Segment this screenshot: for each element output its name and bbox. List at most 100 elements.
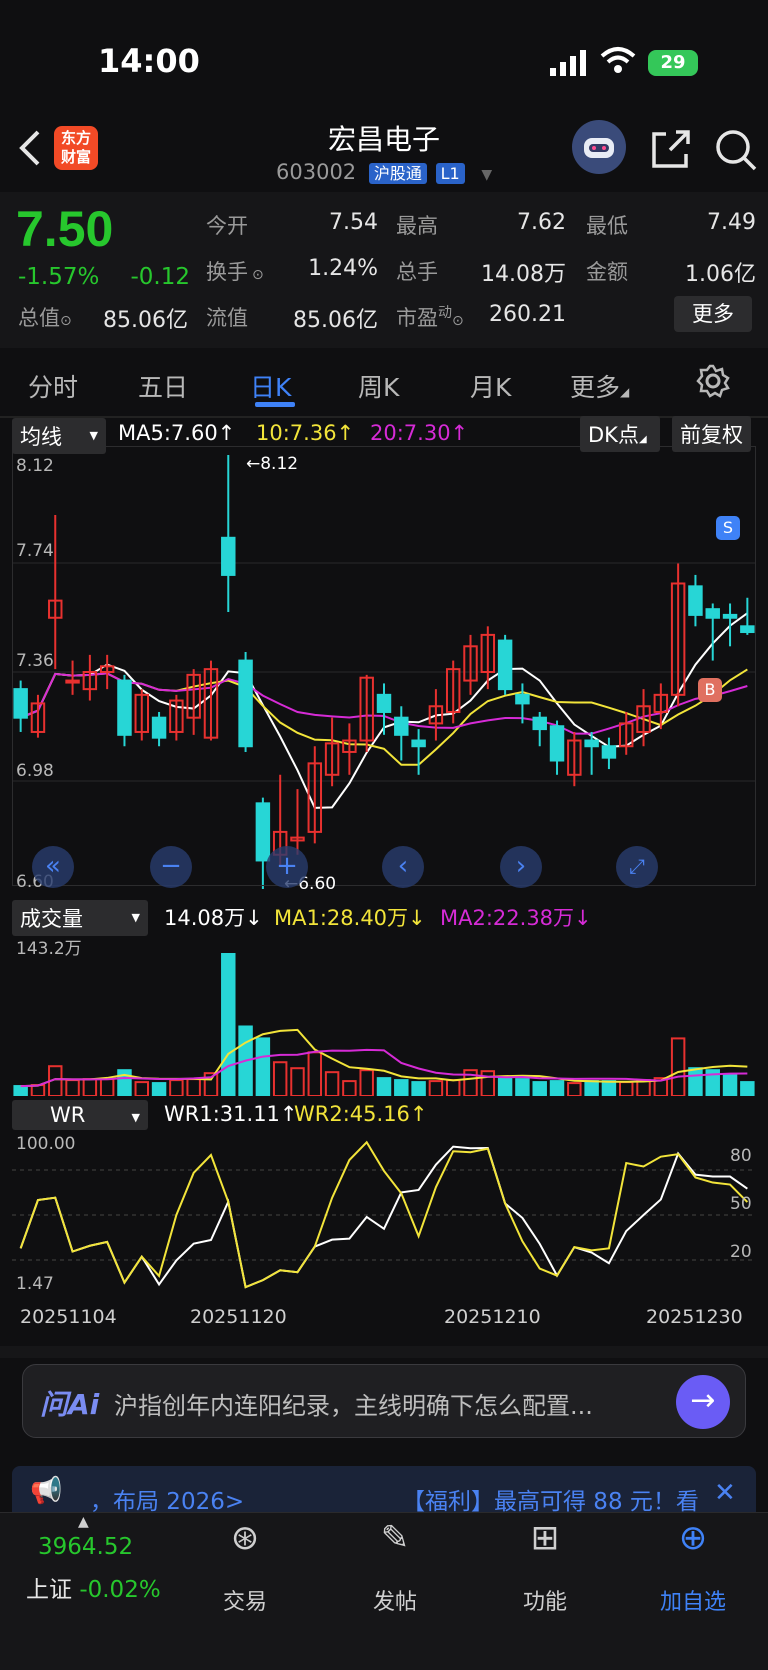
wr-line (19, 1145, 748, 1289)
trade-icon[interactable]: ⊛ (190, 1518, 300, 1558)
candle-body (532, 716, 547, 731)
next-icon[interactable]: › (500, 846, 542, 888)
stock-code-row[interactable]: 603002 沪股通 L1 ▼ (276, 160, 492, 184)
axis-label: 7.36 (16, 651, 54, 671)
axis-label: 6.98 (16, 761, 54, 781)
level-tag: L1 (435, 163, 465, 184)
volume-bar (30, 1084, 46, 1096)
volume-bar (65, 1079, 80, 1096)
stock-code: 603002 (276, 160, 357, 184)
tab-five-day[interactable]: 五日 (138, 368, 188, 404)
info-icon[interactable]: ⊙ (60, 313, 72, 329)
index-row[interactable]: 上证 -0.02% (26, 1570, 161, 1604)
wifi-icon (600, 46, 636, 78)
kline-chart[interactable] (12, 454, 756, 890)
ticker-text-right[interactable]: 【福利】最高可得 88 元！看 (402, 1482, 699, 1516)
settings-gear-icon[interactable] (696, 364, 730, 404)
max-price-marker: ←8.12 (246, 454, 299, 474)
rewind-icon[interactable]: « (32, 846, 74, 888)
nav-trade[interactable]: 交易 (190, 1584, 300, 1616)
buy-signal-icon[interactable]: B (698, 678, 722, 702)
volume-bar (169, 1079, 184, 1096)
pe-value: 260.21 (489, 302, 566, 327)
candle-body (584, 739, 599, 748)
tab-daily-k[interactable]: 日K (250, 368, 291, 404)
tab-more[interactable]: 更多◢ (570, 368, 629, 404)
volume-bar (307, 1051, 323, 1096)
pe-label: 市盈动⊙ (396, 305, 464, 330)
candle-body (238, 659, 253, 748)
tab-monthly-k[interactable]: 月K (470, 368, 511, 404)
adjust-dropdown[interactable]: 前复权 (672, 416, 751, 452)
volume-bar (411, 1081, 426, 1096)
ma-dropdown[interactable]: 均线 ▼ (12, 418, 106, 454)
fullscreen-icon[interactable]: ⤢ (616, 846, 658, 888)
axis-label: 7.74 (16, 541, 54, 561)
ai-prompt-text[interactable]: 沪指创年内连阳纪录，主线明确下怎么配置... (114, 1386, 593, 1421)
share-icon[interactable] (650, 128, 692, 174)
volume-bar (151, 1082, 167, 1096)
high-value: 7.62 (517, 210, 566, 235)
volume-axis-top: 143.2万 (16, 939, 82, 959)
info-icon[interactable]: ⊙ (452, 313, 464, 329)
volume-bar (549, 1080, 565, 1096)
wr-axis-top: 100.00 (16, 1134, 76, 1154)
add-watchlist-icon[interactable]: ⊕ (638, 1518, 748, 1558)
volume-bar (722, 1073, 738, 1096)
robot-avatar-icon[interactable] (572, 120, 626, 174)
wr-dropdown[interactable]: WR ▼ (12, 1100, 148, 1130)
date-label: 20251230 (646, 1306, 743, 1328)
wr1-value: WR1:31.11↑ (164, 1102, 298, 1126)
wr-chart[interactable] (12, 1132, 756, 1296)
high-label: 最高 (396, 214, 438, 238)
zoom-out-icon[interactable]: − (150, 846, 192, 888)
candle-body (151, 716, 167, 739)
volume-bar (532, 1081, 547, 1096)
open-label: 今开 (206, 214, 248, 238)
close-icon[interactable]: ✕ (714, 1478, 736, 1508)
status-time: 14:00 (98, 42, 200, 80)
index-value[interactable]: 3964.52 (38, 1534, 133, 1560)
tab-intraday[interactable]: 分时 (28, 368, 78, 404)
zoom-in-icon[interactable]: + (266, 846, 308, 888)
volume-bar (394, 1079, 409, 1096)
more-button[interactable]: 更多 (674, 296, 752, 332)
functions-grid-icon[interactable]: ⊞ (490, 1518, 600, 1558)
volume-bar (376, 1077, 392, 1096)
nav-add-watchlist[interactable]: 加自选 (638, 1584, 748, 1616)
volume-bar (584, 1080, 599, 1096)
nav-post[interactable]: 发帖 (340, 1584, 450, 1616)
search-icon[interactable] (714, 128, 758, 176)
volume-chart[interactable] (12, 932, 756, 1096)
float-value: 85.06亿 (293, 308, 378, 333)
volume-dropdown[interactable]: 成交量 ▼ (12, 900, 148, 936)
wr-level-20: 20 (730, 1242, 752, 1262)
volume-bar (497, 1077, 513, 1096)
candle-body (549, 725, 565, 762)
candle-body (394, 716, 409, 736)
candle-body (497, 639, 513, 691)
ticker-text-left[interactable]: ，布局 2026> (90, 1482, 244, 1516)
dk-point-dropdown[interactable]: DK点◢ (580, 416, 660, 452)
candle-body (688, 585, 703, 616)
nav-functions[interactable]: 功能 (490, 1584, 600, 1616)
mcap-value: 85.06亿 (103, 308, 188, 333)
wr-level-50: 50 (730, 1194, 752, 1214)
wr-axis-bottom: 1.47 (16, 1274, 54, 1294)
candle-body (255, 802, 271, 862)
prev-icon[interactable]: ‹ (382, 846, 424, 888)
sell-signal-icon[interactable]: S (716, 516, 740, 540)
tab-weekly-k[interactable]: 周K (358, 368, 399, 404)
chart-tabs: 分时 五日 日K 周K 月K 更多◢ (0, 350, 768, 416)
ai-send-arrow-icon[interactable]: → (676, 1375, 730, 1429)
volume-bar (255, 1037, 271, 1096)
candle-body (515, 693, 530, 705)
volume-ma1: MA1:28.40万↓ (274, 906, 426, 930)
info-icon[interactable]: ⊙ (252, 267, 264, 283)
volume-bar (186, 1078, 201, 1096)
date-label: 20251104 (20, 1306, 117, 1328)
post-edit-icon[interactable]: ✎ (340, 1518, 450, 1558)
ma20-value: 20:7.30↑ (370, 421, 469, 445)
volume-value: 14.08万 (481, 262, 566, 287)
volume-bar (688, 1067, 703, 1096)
